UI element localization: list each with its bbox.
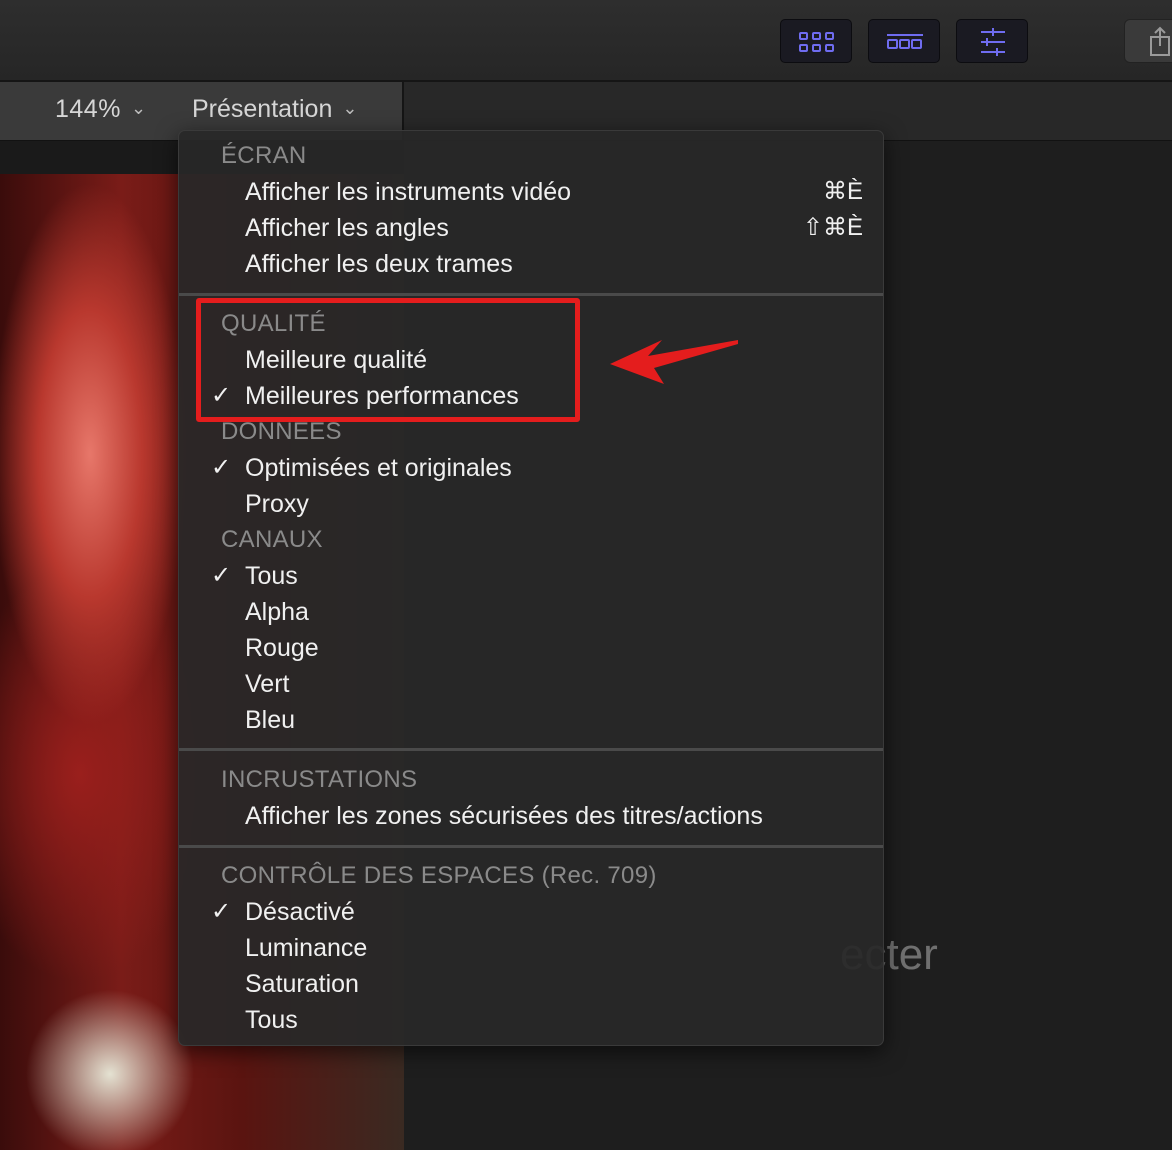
chevron-down-icon: ⌄ [130, 98, 147, 118]
share-button[interactable] [1124, 19, 1172, 63]
menu-item-proxy[interactable]: Proxy [245, 489, 309, 519]
browser-grid-icon [799, 32, 834, 52]
menu-item-bleu[interactable]: Bleu [245, 705, 295, 735]
browser-toggle-button[interactable] [780, 19, 852, 63]
timeline-icon [887, 34, 923, 49]
menu-item-luminance[interactable]: Luminance [245, 933, 367, 963]
red-arrow-annotation [610, 340, 738, 384]
share-icon [1150, 26, 1170, 56]
menu-item-afficher-angles[interactable]: Afficher les angles [245, 213, 449, 243]
menu-item-afficher-deux-trames[interactable]: Afficher les deux trames [245, 249, 513, 279]
menu-item-optimisees-originales[interactable]: Optimisées et originales [245, 453, 512, 483]
shortcut-label: ⇧⌘È [802, 214, 863, 241]
checkmark-icon: ✓ [211, 454, 232, 481]
checkmark-icon: ✓ [211, 562, 232, 589]
menu-separator [179, 748, 883, 751]
inspector-sliders-icon [981, 28, 1005, 56]
section-header-controle: CONTRÔLE DES ESPACES (Rec. 709) [221, 862, 657, 889]
presentation-label: Présentation [192, 95, 333, 123]
checkmark-icon: ✓ [211, 898, 232, 925]
chevron-down-icon: ⌄ [342, 98, 358, 118]
highlight-box [196, 298, 580, 422]
menu-item-zones-securisees[interactable]: Afficher les zones sécurisées des titres… [245, 801, 763, 831]
menu-item-alpha[interactable]: Alpha [245, 597, 309, 627]
menu-item-rouge[interactable]: Rouge [245, 633, 319, 663]
menu-item-vert[interactable]: Vert [245, 669, 289, 699]
shortcut-label: ⌘È [822, 178, 863, 205]
menu-item-afficher-instruments[interactable]: Afficher les instruments vidéo [245, 177, 571, 207]
timeline-toggle-button[interactable] [868, 19, 940, 63]
presentation-menu-button[interactable]: Présentation ⌄ [192, 95, 357, 124]
top-toolbar [0, 0, 1172, 82]
menu-item-canaux-tous[interactable]: Tous [245, 561, 298, 591]
menu-item-desactive[interactable]: Désactivé [245, 897, 355, 927]
section-header-ecran: ÉCRAN [221, 142, 307, 169]
section-header-incrustations: INCRUSTATIONS [221, 766, 418, 793]
presentation-menu: ÉCRAN Afficher les instruments vidéo ⌘È … [178, 130, 884, 1046]
menu-separator [179, 845, 883, 848]
section-header-canaux: CANAUX [221, 526, 323, 553]
zoom-label: 144% [55, 95, 121, 123]
menu-separator [179, 293, 883, 296]
inspector-toggle-button[interactable] [956, 19, 1028, 63]
menu-item-controle-tous[interactable]: Tous [245, 1005, 298, 1035]
menu-item-saturation[interactable]: Saturation [245, 969, 359, 999]
zoom-popup[interactable]: 144% ⌄ [55, 95, 147, 124]
